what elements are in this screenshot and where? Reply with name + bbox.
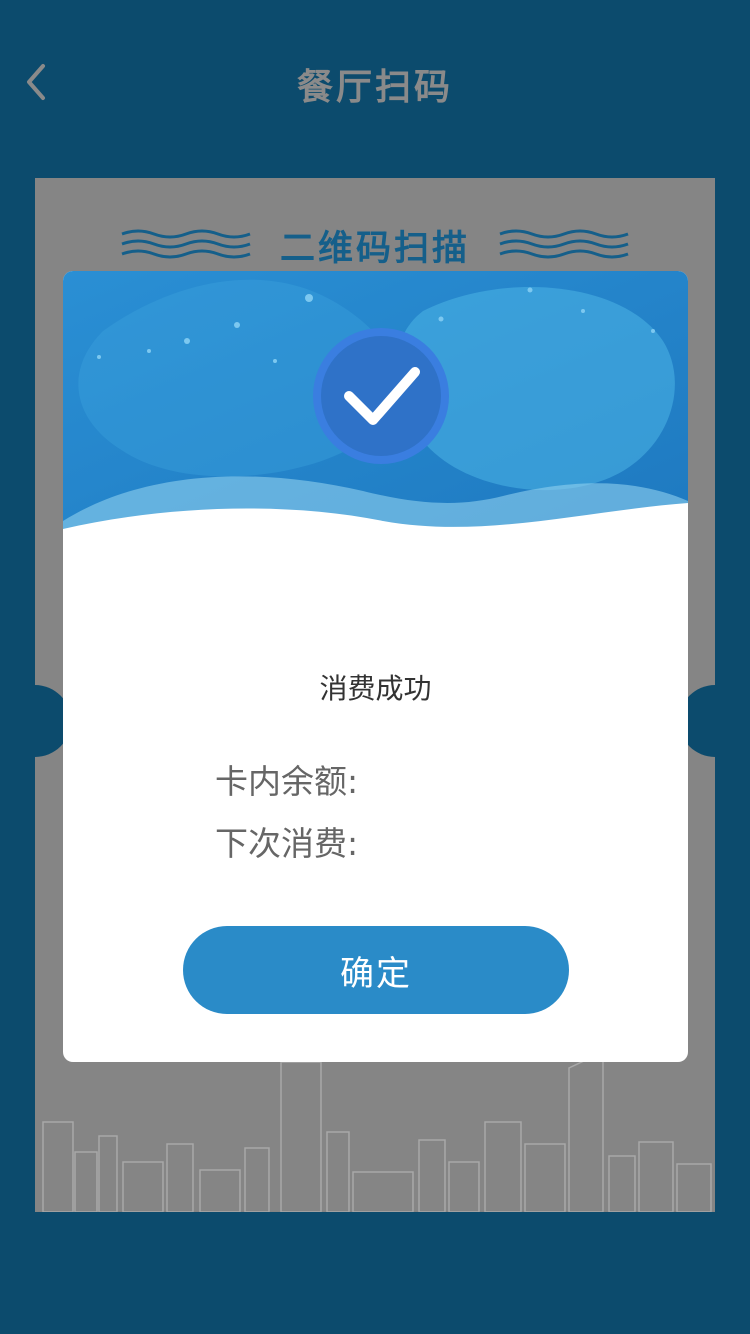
wave-decoration-icon bbox=[499, 229, 629, 259]
wave-decoration-icon bbox=[121, 229, 251, 259]
page-title: 餐厅扫码 bbox=[296, 67, 453, 108]
next-charge-label: 下次消费: bbox=[215, 824, 359, 863]
header-bar: 餐厅扫码 bbox=[0, 0, 750, 170]
success-dialog: 消费成功 卡内余额: 下次消费: 确定 bbox=[63, 271, 688, 1062]
card-header: 二维码扫描 bbox=[35, 220, 715, 270]
success-message: 消费成功 bbox=[319, 672, 432, 705]
city-skyline-illustration bbox=[42, 1052, 712, 1212]
confirm-button[interactable]: 确定 bbox=[183, 926, 569, 1014]
card-title: 二维码扫描 bbox=[279, 228, 470, 269]
check-circle-icon bbox=[313, 328, 449, 464]
success-status bbox=[311, 326, 451, 466]
balance-label: 卡内余额: bbox=[215, 762, 359, 801]
